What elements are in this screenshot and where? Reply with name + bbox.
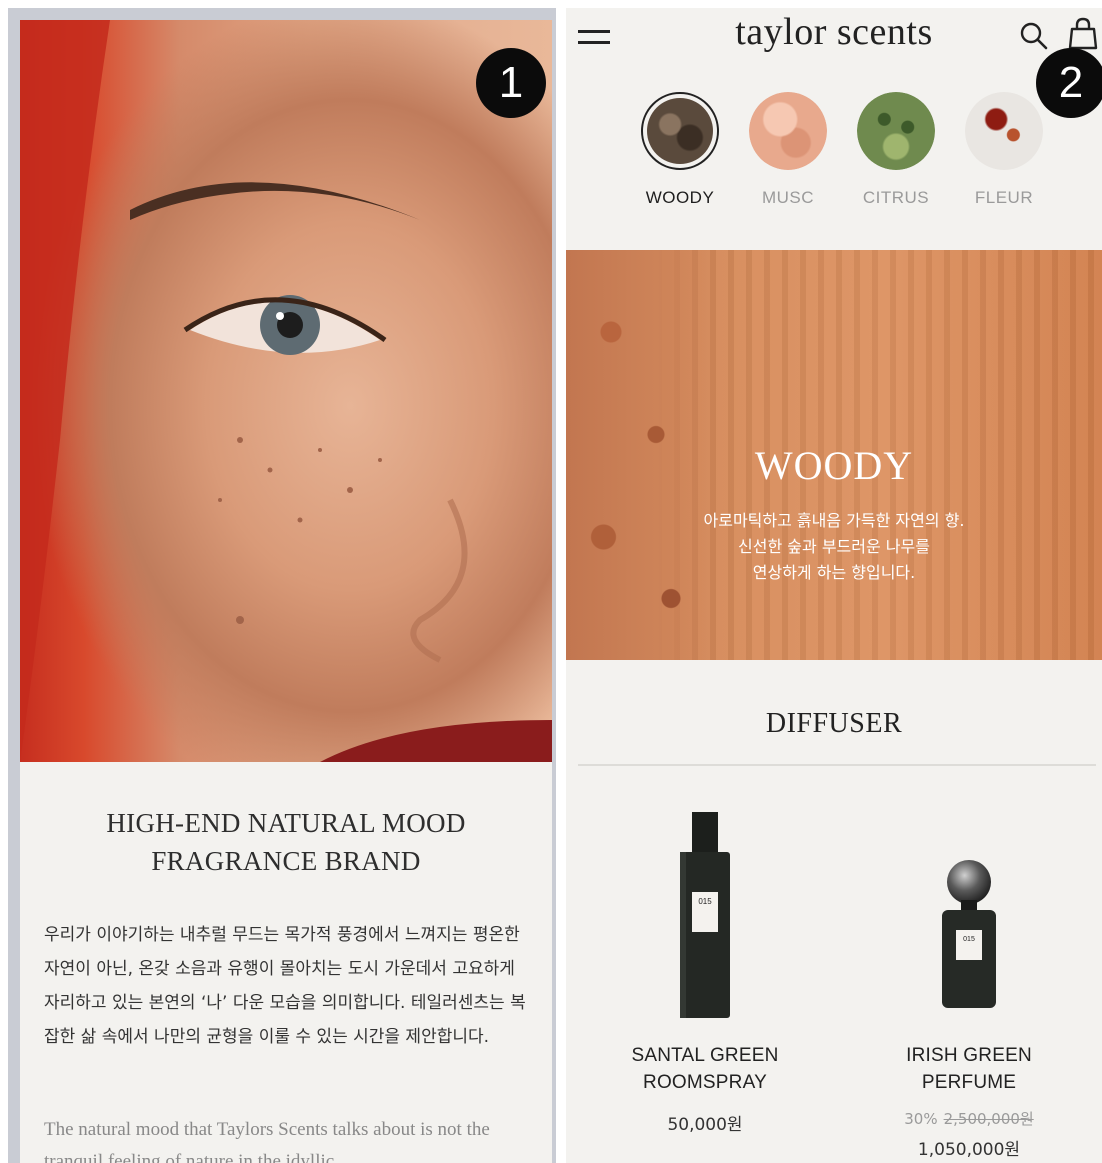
hero-description: 아로마틱하고 흙내음 가득한 자연의 향. 신선한 숲과 부드러운 나무를 연상… [566, 508, 1102, 586]
product-discount-row: 30% 2,500,000원 [844, 1108, 1094, 1129]
category-woody-thumb [641, 92, 719, 170]
product-name-line1: IRISH GREEN [906, 1045, 1032, 1066]
product-name-line2: PERFUME [921, 1072, 1017, 1093]
brand-description-english: The natural mood that Taylors Scents tal… [44, 1119, 490, 1163]
category-citrus[interactable]: CITRUS [842, 92, 950, 208]
hero-description-line2: 신선한 숲과 부드러운 나무를 [738, 537, 930, 556]
hero-description-line1: 아로마틱하고 흙내음 가득한 자연의 향. [703, 511, 965, 530]
product-label-text: 015 [963, 936, 975, 943]
right-screen: taylor scents WOODY MUSC CITRUS FLEUR WO… [566, 8, 1102, 1163]
product-card[interactable]: 015 SANTAL GREEN ROOMSPRAY 50,000원 [580, 798, 830, 1135]
sale-price: 1,050,000원 [917, 1140, 1021, 1160]
category-musc-thumb [749, 92, 827, 170]
annotation-badge-1: 1 [476, 48, 546, 118]
category-musc-label: MUSC [761, 188, 815, 207]
product-name-line2: ROOMSPRAY [643, 1072, 767, 1093]
category-fleur-thumb [965, 92, 1043, 170]
brand-headline-line2: FRAGRANCE BRAND [151, 846, 421, 876]
original-price: 2,500,000원 [943, 1110, 1034, 1128]
category-musc[interactable]: MUSC [734, 92, 842, 208]
hero-description-line3: 연상하게 하는 향입니다. [752, 563, 916, 582]
product-image-perfume: 015 [844, 798, 1094, 1028]
product-label-text: 015 [698, 897, 712, 906]
left-screen: HIGH-END NATURAL MOOD FRAGRANCE BRAND 우리… [8, 8, 556, 1163]
face-illustration [20, 20, 552, 762]
category-fleur[interactable]: FLEUR [950, 92, 1058, 208]
left-screen-content: HIGH-END NATURAL MOOD FRAGRANCE BRAND 우리… [20, 20, 552, 1163]
shopping-bag-icon[interactable] [1068, 16, 1098, 50]
product-card[interactable]: 015 IRISH GREEN PERFUME 30% 2,500,000원 1,… [844, 798, 1094, 1160]
product-name-line1: SANTAL GREEN [631, 1045, 779, 1066]
product-image-roomspray: 015 [580, 798, 830, 1028]
category-selector: WOODY MUSC CITRUS FLEUR [626, 92, 1102, 222]
brand-headline-line1: HIGH-END NATURAL MOOD [106, 808, 466, 838]
category-citrus-thumb [857, 92, 935, 170]
category-hero-banner[interactable]: WOODY 아로마틱하고 흙내음 가득한 자연의 향. 신선한 숲과 부드러운 … [566, 250, 1102, 660]
product-price: 50,000원 [667, 1115, 743, 1135]
brand-headline: HIGH-END NATURAL MOOD FRAGRANCE BRAND [20, 804, 552, 880]
section-divider [578, 764, 1096, 766]
section-title-diffuser: DIFFUSER [765, 708, 903, 739]
category-woody-label: WOODY [645, 188, 715, 207]
category-citrus-label: CITRUS [862, 188, 930, 207]
search-icon[interactable] [1018, 20, 1048, 50]
brand-description-korean: 우리가 이야기하는 내추럴 무드는 목가적 풍경에서 느껴지는 평온한 자연이 … [44, 925, 526, 1047]
category-woody[interactable]: WOODY [626, 92, 734, 208]
model-face-photo [20, 20, 552, 762]
app-header: taylor scents [566, 8, 1102, 68]
product-name: SANTAL GREEN ROOMSPRAY [580, 1042, 830, 1096]
product-name: IRISH GREEN PERFUME [844, 1042, 1094, 1096]
annotation-badge-2: 2 [1036, 48, 1102, 118]
hero-title: WOODY [754, 443, 914, 488]
discount-rate: 30% [904, 1110, 938, 1128]
category-fleur-label: FLEUR [974, 188, 1034, 207]
